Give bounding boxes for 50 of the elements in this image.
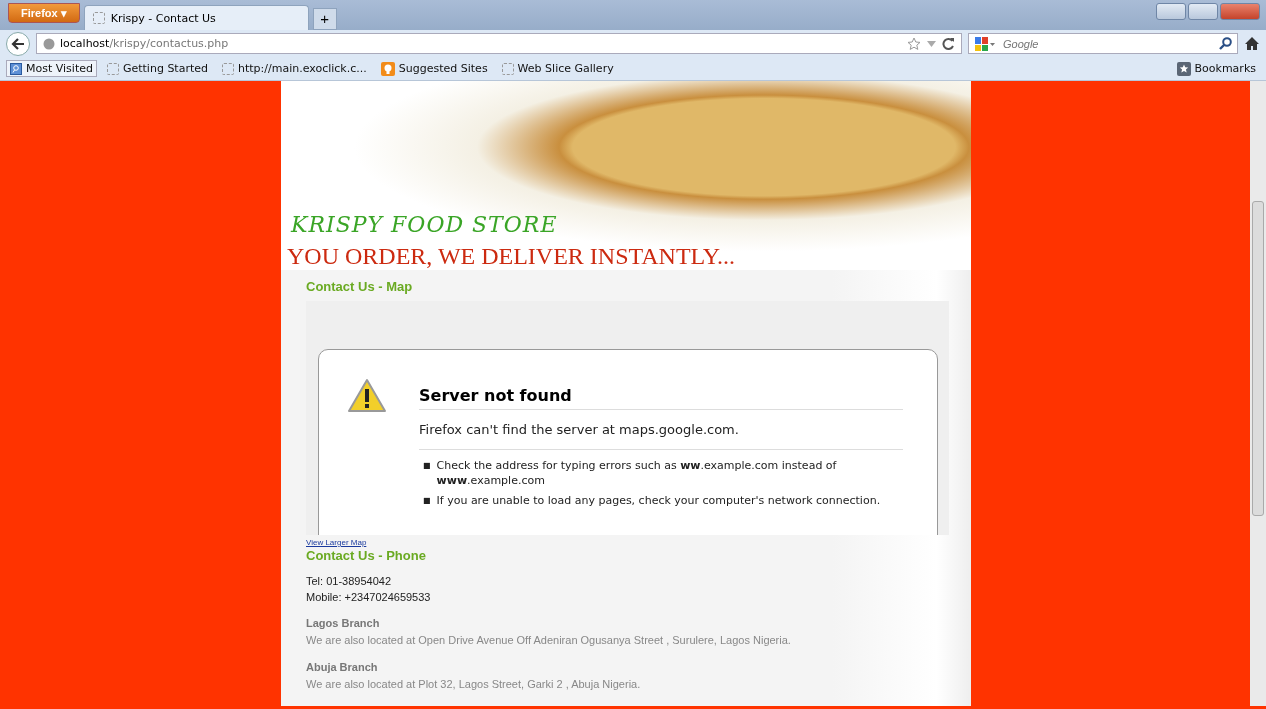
error-tip: Check the address for typing errors such as ww.example.com instead of www.example.com — [436, 458, 838, 488]
bookmark-item[interactable]: Most Visited — [6, 60, 97, 77]
url-text: localhost/krispy/contactus.php — [60, 37, 229, 50]
bullet-marker: ■ — [423, 460, 431, 472]
scrollbar[interactable] — [1250, 81, 1266, 706]
minimize-button[interactable] — [1156, 3, 1186, 20]
dropdown-icon[interactable] — [927, 40, 936, 47]
phone-number: Tel: 01-38954042 — [306, 574, 392, 589]
address-bar[interactable]: localhost/krispy/contactus.php — [36, 33, 962, 54]
bookmark-item[interactable]: http://main.exoclick.c... — [218, 60, 371, 77]
search-icon[interactable] — [1219, 37, 1232, 50]
back-arrow-icon — [11, 37, 25, 50]
restore-button[interactable] — [1188, 3, 1218, 20]
page-icon — [92, 12, 105, 24]
error-message: Firefox can't find the server at maps.google.com. — [419, 410, 903, 450]
bullet-marker: ■ — [423, 495, 431, 507]
tab-title: Krispy - Contact Us — [110, 11, 216, 25]
new-tab-button[interactable]: + — [312, 8, 337, 30]
store-name: KRISPY FOOD STORE — [291, 212, 559, 237]
branch-address: We are also located at Plot 32, Lagos Street, Garki 2 , Abuja Nigeria. — [306, 677, 642, 692]
back-button[interactable] — [6, 31, 30, 56]
bookmark-item[interactable]: Web Slice Gallery — [497, 60, 618, 77]
page-icon — [501, 62, 514, 75]
bookmark-item[interactable]: Getting Started — [102, 60, 212, 77]
branch-address: We are also located at Open Drive Avenue Off Adeniran Ogusanya Street , Surulere, Lagos Nigeria. — [306, 633, 792, 648]
star-icon[interactable] — [907, 36, 921, 51]
store-tagline: YOU ORDER, WE DELIVER INSTANTLY... — [287, 243, 737, 270]
warning-icon — [347, 378, 387, 414]
branch-name: Lagos Branch — [306, 616, 381, 631]
browser-tab[interactable]: Krispy - Contact Us — [83, 5, 309, 30]
search-bar[interactable]: Google — [968, 33, 1238, 54]
close-button[interactable] — [1220, 3, 1260, 20]
error-tip: If you are unable to load any pages, check your computer's network connection. — [436, 493, 881, 508]
page-icon — [222, 62, 234, 75]
google-icon[interactable] — [974, 35, 996, 52]
branch-name: Abuja Branch — [306, 660, 379, 675]
lightbulb-icon — [380, 61, 395, 76]
view-larger-map-link[interactable]: View Larger Map — [306, 538, 367, 547]
error-title: Server not found — [419, 386, 903, 410]
search-page-icon — [10, 62, 22, 75]
reload-icon[interactable] — [942, 37, 955, 50]
phone-number: Mobile: +2347024659533 — [306, 590, 432, 605]
home-icon[interactable] — [1244, 36, 1260, 51]
page-icon — [106, 62, 119, 75]
scrollbar-thumb[interactable] — [1252, 201, 1264, 516]
section-heading: Contact Us - Map — [306, 279, 414, 294]
search-input[interactable]: Google — [1001, 36, 1214, 51]
section-heading: Contact Us - Phone — [306, 548, 427, 563]
bookmarks-menu[interactable]: Bookmarks — [1172, 59, 1260, 78]
bookmark-item[interactable]: Suggested Sites — [376, 59, 492, 78]
